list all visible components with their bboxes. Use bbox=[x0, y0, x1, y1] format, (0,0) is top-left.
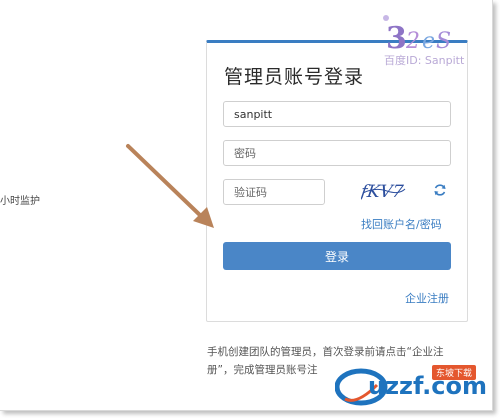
svg-text:2: 2 bbox=[405, 29, 420, 54]
watermark-baidu-id: 百度ID: Sanpitt bbox=[384, 54, 465, 67]
svg-text:e: e bbox=[422, 29, 435, 54]
watermark-badge: 东坡下载 bbox=[432, 365, 477, 380]
svg-text:3: 3 bbox=[386, 21, 407, 56]
svg-text:S: S bbox=[436, 29, 451, 54]
